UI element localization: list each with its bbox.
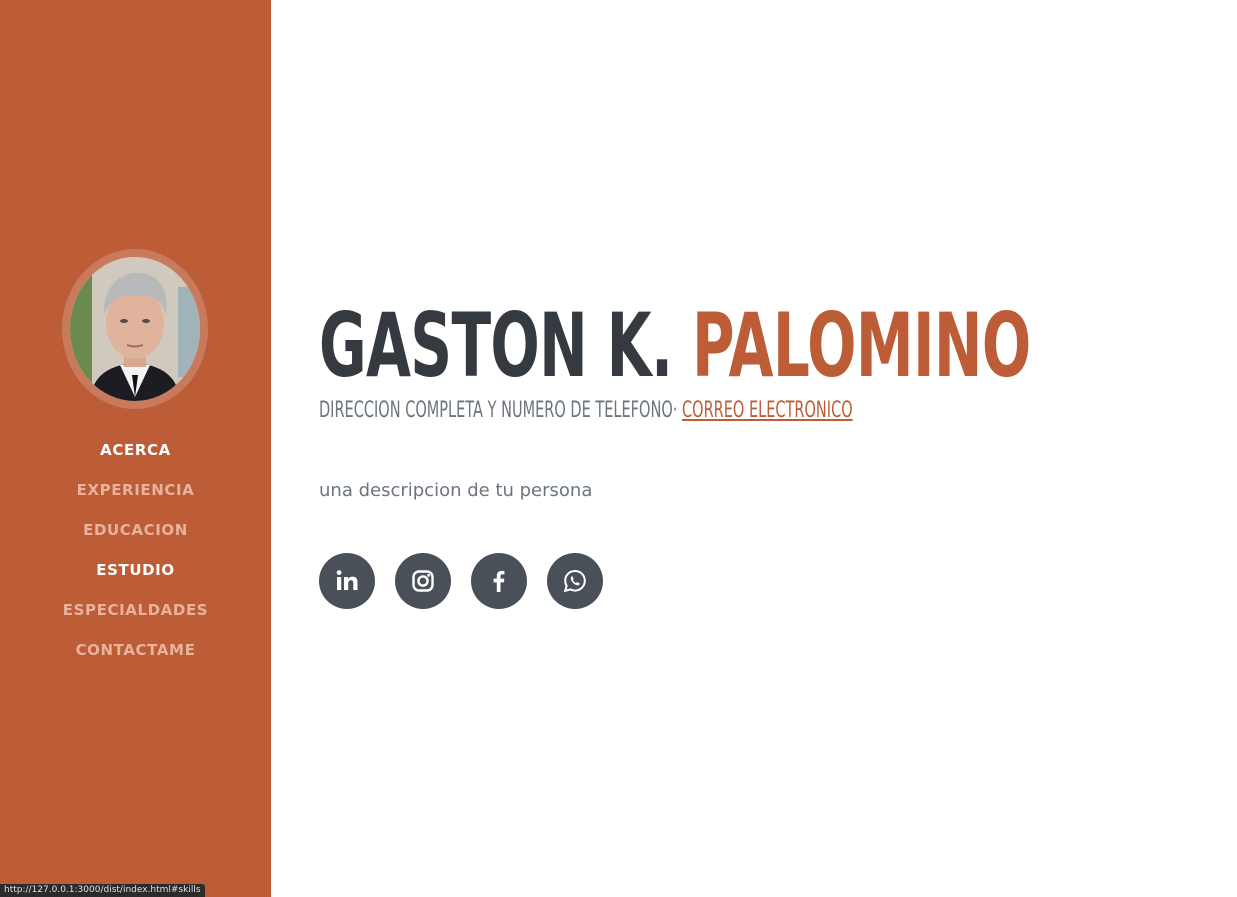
address-phone-text: DIRECCION COMPLETA Y NUMERO DE TELEFONO·	[319, 398, 678, 423]
nav-item-contactame[interactable]: CONTACTAME	[0, 630, 271, 670]
instagram-icon	[412, 570, 434, 592]
linkedin-button[interactable]	[319, 553, 375, 609]
whatsapp-icon	[563, 569, 586, 593]
social-icons	[319, 553, 603, 609]
profile-photo	[70, 257, 200, 401]
sidebar-nav: ACERCA EXPERIENCIA EDUCACION ESTUDIO ESP…	[0, 430, 271, 670]
sidebar: ACERCA EXPERIENCIA EDUCACION ESTUDIO ESP…	[0, 0, 271, 897]
profile-description: una descripcion de tu persona	[319, 480, 593, 501]
nav-item-especialidades[interactable]: ESPECIALDADES	[0, 590, 271, 630]
email-link[interactable]: CORREO ELECTRONICO	[682, 398, 853, 423]
nav-item-acerca[interactable]: ACERCA	[0, 430, 271, 470]
facebook-button[interactable]	[471, 553, 527, 609]
main-content: GASTON K. PALOMINO DIRECCION COMPLETA Y …	[271, 0, 1237, 897]
facebook-icon	[493, 570, 505, 592]
page-title: GASTON K. PALOMINO	[319, 300, 1031, 392]
nav-item-educacion[interactable]: EDUCACION	[0, 510, 271, 550]
last-name: PALOMINO	[691, 294, 1031, 397]
whatsapp-button[interactable]	[547, 553, 603, 609]
nav-item-estudio[interactable]: ESTUDIO	[0, 550, 271, 590]
contact-subheading: DIRECCION COMPLETA Y NUMERO DE TELEFONO·…	[319, 398, 853, 424]
linkedin-icon	[336, 570, 358, 590]
nav-item-experiencia[interactable]: EXPERIENCIA	[0, 470, 271, 510]
instagram-button[interactable]	[395, 553, 451, 609]
avatar[interactable]	[62, 249, 208, 409]
first-name: GASTON K.	[319, 294, 673, 397]
browser-status-bar: http://127.0.0.1:3000/dist/index.html#sk…	[0, 884, 205, 897]
